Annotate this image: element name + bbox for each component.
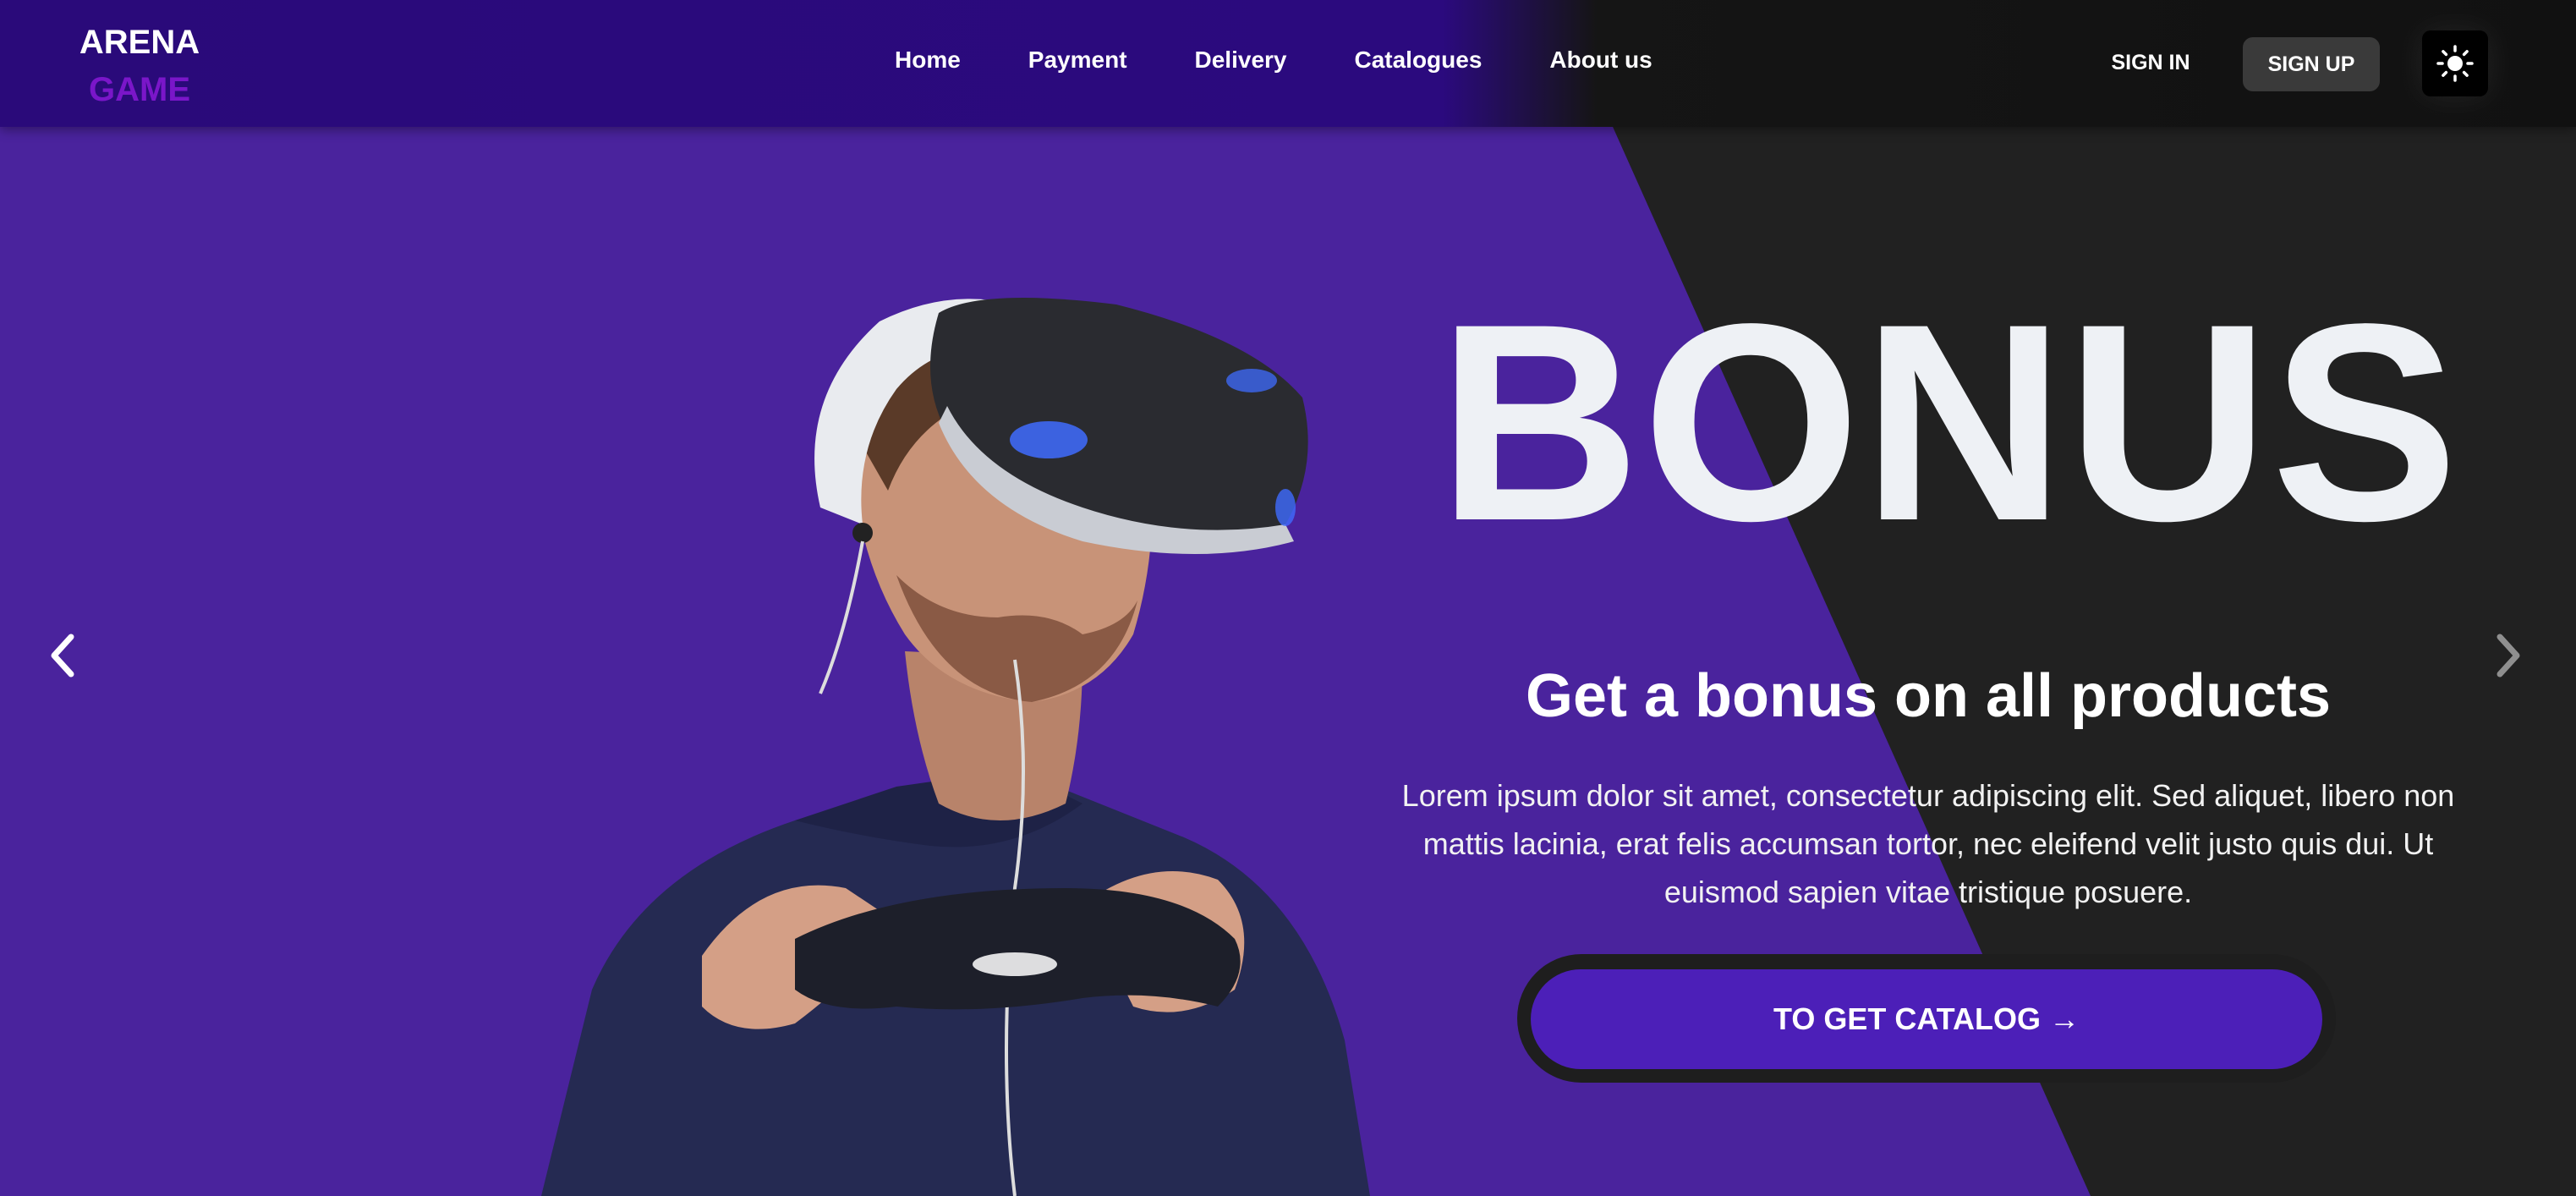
hero-subtitle: Get a bonus on all products [1525,662,2332,730]
logo-text-arena: ARENA [79,24,200,61]
main-nav: Home Payment Delivery Catalogues About u… [895,42,1652,78]
nav-delivery[interactable]: Delivery [1195,42,1287,78]
hero-description: Lorem ipsum dolor sit amet, consectetur … [1401,778,2455,909]
sign-up-button[interactable]: SIGN UP [2243,37,2380,91]
sun-icon [2436,45,2474,82]
get-catalog-button[interactable]: TO GET CATALOG → [1531,969,2322,1069]
hero-title: BONUS [1438,266,2460,579]
nav-home[interactable]: Home [895,42,961,78]
chevron-right-icon [2497,634,2520,678]
sign-in-button[interactable]: SIGN IN [2089,37,2212,88]
logo-text-game: GAME [89,71,190,108]
landing-page: ARENA GAME Home Payment Delivery Catalog… [0,0,2576,1196]
carousel-prev-button[interactable] [37,626,88,685]
site-header: ARENA GAME Home Payment Delivery Catalog… [0,0,2576,127]
nav-about-us[interactable]: About us [1549,42,1652,78]
nav-payment[interactable]: Payment [1028,42,1127,78]
carousel-next-button[interactable] [2483,626,2534,685]
theme-toggle-button[interactable] [2422,30,2488,96]
nav-catalogues[interactable]: Catalogues [1354,42,1482,78]
chevron-left-icon [51,634,74,678]
logo[interactable]: ARENA GAME [78,19,201,113]
